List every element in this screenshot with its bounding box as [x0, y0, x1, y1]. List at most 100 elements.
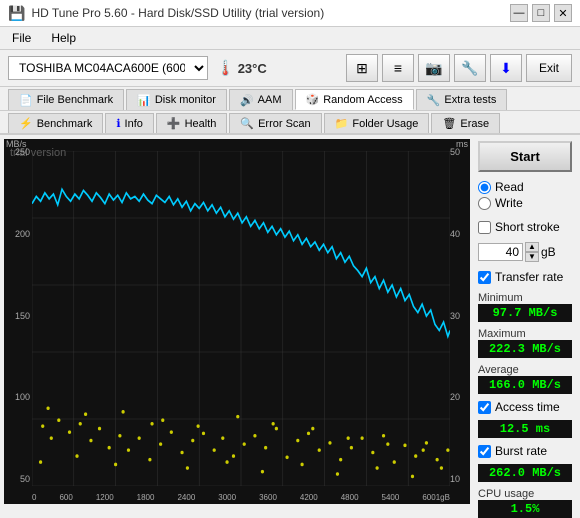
x-label-0: 0 — [32, 493, 36, 502]
toolbar-btn-5[interactable]: ⬇ — [490, 54, 522, 82]
tab-disk-monitor[interactable]: 📊 Disk monitor — [126, 89, 227, 110]
y-right-10: 10 — [450, 474, 470, 484]
toolbar-btn-1[interactable]: ⊞ — [346, 54, 378, 82]
start-button[interactable]: Start — [478, 141, 572, 172]
spinner-down[interactable]: ▼ — [525, 252, 539, 262]
read-radio-input[interactable] — [478, 181, 491, 194]
help-menu[interactable]: Help — [47, 29, 80, 47]
cpu-usage-label: CPU usage — [478, 488, 572, 500]
tab-extra-tests[interactable]: 🔧 Extra tests — [416, 89, 508, 110]
access-time-value: 12.5 ms — [478, 420, 572, 438]
x-label-6001: 6001gB — [422, 493, 450, 502]
main-content: trial version 250 200 150 100 50 MB/s ms… — [0, 135, 580, 508]
burst-rate-checkbox[interactable]: Burst rate — [478, 444, 572, 458]
toolbar-btn-3[interactable]: 📷 — [418, 54, 450, 82]
short-stroke-input[interactable] — [478, 221, 491, 234]
cpu-usage-value: 1.5% — [478, 500, 572, 518]
minimize-btn[interactable]: — — [510, 4, 528, 22]
toolbar-btn-4[interactable]: 🔧 — [454, 54, 486, 82]
x-label-4800: 4800 — [341, 493, 359, 502]
file-benchmark-icon: 📄 — [19, 94, 33, 107]
y-left-unit: MB/s — [6, 139, 27, 149]
tab-file-benchmark[interactable]: 📄 File Benchmark — [8, 89, 124, 110]
minimum-value: 97.7 MB/s — [478, 304, 572, 322]
short-stroke-value[interactable] — [478, 243, 523, 261]
file-menu[interactable]: File — [8, 29, 35, 47]
toolbar-btn-2[interactable]: ≡ — [382, 54, 414, 82]
random-access-icon: 🎲 — [306, 93, 320, 106]
y-axis-100: 100 — [4, 392, 30, 402]
x-label-1800: 1800 — [137, 493, 155, 502]
error-scan-icon: 🔍 — [240, 117, 254, 130]
y-axis-150: 150 — [4, 311, 30, 321]
nav-tabs-row1: 📄 File Benchmark 📊 Disk monitor 🔊 AAM 🎲 … — [0, 87, 580, 111]
average-section: Average 166.0 MB/s — [478, 362, 572, 394]
toolbar: TOSHIBA MC04ACA600E (6001 gB) 🌡️ 23°C ⊞ … — [0, 50, 580, 87]
maximize-btn[interactable]: □ — [532, 4, 550, 22]
write-radio[interactable]: Write — [478, 196, 572, 210]
menu-bar: File Help — [0, 27, 580, 50]
spinner-buttons: ▲ ▼ — [525, 242, 539, 262]
title-bar: 💾 HD Tune Pro 5.60 - Hard Disk/SSD Utili… — [0, 0, 580, 27]
health-icon: ➕ — [167, 117, 181, 130]
short-stroke-spinner-group: ▲ ▼ gB — [478, 242, 572, 262]
aam-icon: 🔊 — [240, 94, 254, 107]
y-axis-50: 50 — [4, 474, 30, 484]
tab-benchmark[interactable]: ⚡ Benchmark — [8, 113, 103, 133]
x-label-2400: 2400 — [177, 493, 195, 502]
y-right-20: 20 — [450, 392, 470, 402]
x-label-600: 600 — [59, 493, 72, 502]
extra-tests-icon: 🔧 — [427, 94, 441, 107]
chart-svg — [32, 151, 450, 486]
window-title: HD Tune Pro 5.60 - Hard Disk/SSD Utility… — [31, 6, 324, 20]
average-value: 166.0 MB/s — [478, 376, 572, 394]
close-btn[interactable]: ✕ — [554, 4, 572, 22]
minimum-label: Minimum — [478, 292, 572, 304]
access-time-input[interactable] — [478, 401, 491, 414]
drive-select[interactable]: TOSHIBA MC04ACA600E (6001 gB) — [8, 56, 208, 80]
cpu-usage-section: CPU usage 1.5% — [478, 486, 572, 518]
app-icon: 💾 — [8, 5, 25, 22]
tab-health[interactable]: ➕ Health — [156, 113, 228, 133]
average-label: Average — [478, 364, 572, 376]
burst-rate-input[interactable] — [478, 445, 491, 458]
access-time-checkbox[interactable]: Access time — [478, 400, 572, 414]
short-stroke-unit: gB — [541, 245, 556, 259]
folder-usage-icon: 📁 — [335, 117, 349, 130]
thermometer-icon: 🌡️ — [216, 59, 235, 77]
maximum-section: Maximum 222.3 MB/s — [478, 326, 572, 358]
maximum-value: 222.3 MB/s — [478, 340, 572, 358]
tab-error-scan[interactable]: 🔍 Error Scan — [229, 113, 321, 133]
x-label-3000: 3000 — [218, 493, 236, 502]
y-right-30: 30 — [450, 311, 470, 321]
transfer-rate-checkbox[interactable]: Transfer rate — [478, 270, 572, 284]
temperature-value: 23°C — [238, 61, 267, 76]
read-radio[interactable]: Read — [478, 180, 572, 194]
disk-monitor-icon: 📊 — [137, 94, 151, 107]
spinner-up[interactable]: ▲ — [525, 242, 539, 252]
x-label-3600: 3600 — [259, 493, 277, 502]
transfer-rate-input[interactable] — [478, 271, 491, 284]
right-panel: Start Read Write Short stroke ▲ ▼ gB — [470, 135, 580, 508]
y-right-50: 50 — [450, 147, 470, 157]
chart-container: trial version 250 200 150 100 50 MB/s ms… — [4, 139, 470, 504]
minimum-section: Minimum 97.7 MB/s — [478, 290, 572, 322]
short-stroke-checkbox[interactable]: Short stroke — [478, 220, 572, 234]
x-label-1200: 1200 — [96, 493, 114, 502]
erase-icon: 🗑 — [442, 117, 456, 130]
x-label-4200: 4200 — [300, 493, 318, 502]
temperature-display: 🌡️ 23°C — [216, 59, 267, 77]
exit-button[interactable]: Exit — [526, 54, 572, 82]
x-label-5400: 5400 — [382, 493, 400, 502]
tab-erase[interactable]: 🗑 Erase — [431, 113, 500, 133]
nav-tabs-row2: ⚡ Benchmark ℹ Info ➕ Health 🔍 Error Scan… — [0, 111, 580, 135]
tab-random-access[interactable]: 🎲 Random Access — [295, 89, 414, 110]
info-icon: ℹ — [116, 117, 120, 130]
tab-info[interactable]: ℹ Info — [105, 113, 154, 133]
read-write-group: Read Write — [478, 176, 572, 214]
tab-folder-usage[interactable]: 📁 Folder Usage — [324, 113, 430, 133]
y-axis-200: 200 — [4, 229, 30, 239]
write-radio-input[interactable] — [478, 197, 491, 210]
tab-aam[interactable]: 🔊 AAM — [229, 89, 293, 110]
burst-rate-value: 262.0 MB/s — [478, 464, 572, 482]
